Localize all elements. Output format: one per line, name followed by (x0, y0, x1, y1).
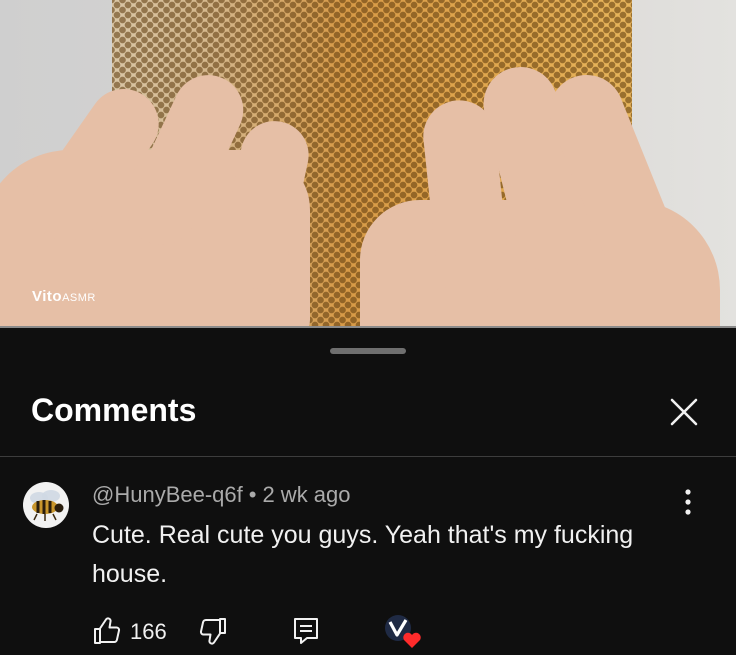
thumbs-down-icon[interactable] (198, 616, 228, 646)
comment-time: 2 wk ago (262, 482, 351, 507)
bee-icon (30, 490, 64, 521)
video-player[interactable]: VitoASMR (0, 0, 736, 328)
avatar[interactable] (23, 482, 69, 528)
panel-title: Comments (31, 392, 197, 428)
comment-text: Cute. Real cute you guys. Yeah that's my… (92, 521, 634, 588)
creator-heart-icon (384, 614, 424, 650)
video-progress-bar[interactable] (0, 326, 736, 328)
close-icon[interactable] (664, 392, 704, 432)
comment-actions: 166 (0, 614, 736, 650)
like-count: 166 (130, 619, 167, 644)
comment-meta: @HunyBee-q6f • 2 wk ago (92, 482, 351, 508)
meta-separator: • (248, 482, 257, 507)
drag-handle[interactable] (330, 348, 406, 354)
comments-sheet: Comments @HunyBee-q6f • 2 wk ago Cute. Rea… (0, 330, 736, 653)
divider (0, 456, 736, 457)
thumbs-up-icon[interactable] (92, 616, 122, 646)
reply-icon[interactable] (292, 616, 320, 646)
comment-author[interactable]: @HunyBee-q6f (92, 482, 243, 507)
more-vertical-icon[interactable] (682, 488, 694, 516)
channel-watermark: VitoASMR (32, 288, 96, 305)
